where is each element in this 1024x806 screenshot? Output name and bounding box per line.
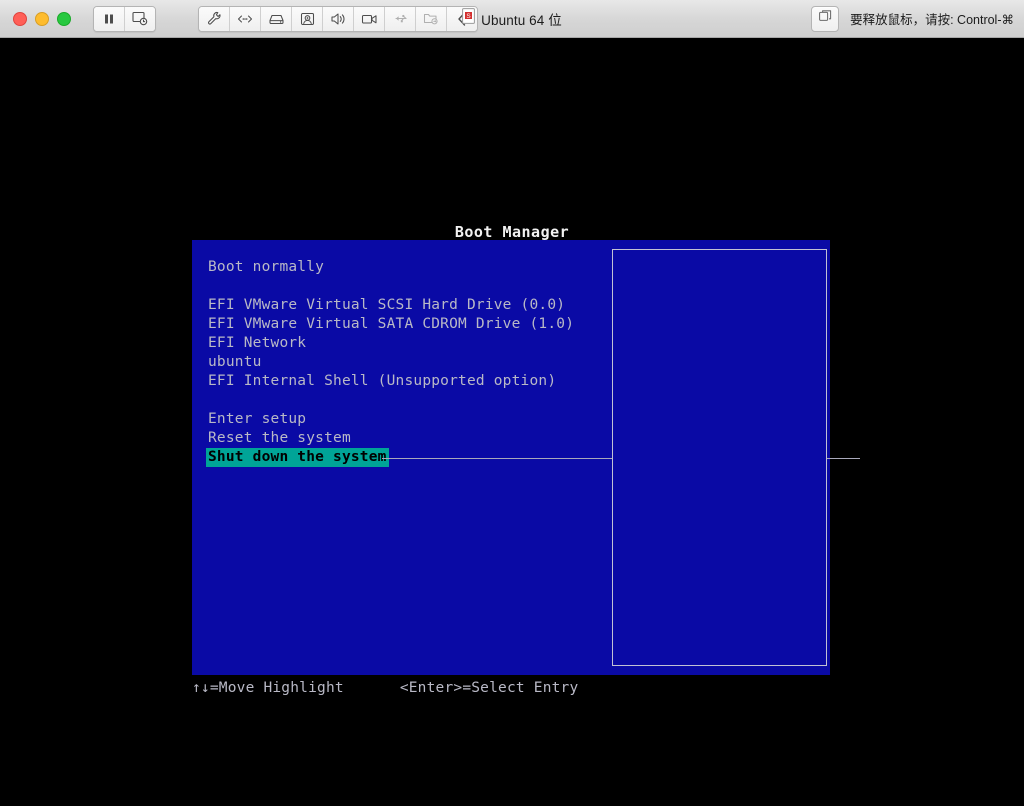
settings-button[interactable]: [199, 6, 230, 31]
usb-icon: [392, 12, 408, 25]
boot-manager-panel: Boot normally EFI VMware Virtual SCSI Har…: [192, 240, 860, 675]
collapse-button[interactable]: [447, 6, 477, 31]
chevron-left-icon: [456, 11, 468, 27]
boot-menu-item[interactable]: ubuntu: [206, 353, 626, 372]
boot-menu-item[interactable]: EFI Internal Shell (Unsupported option): [206, 372, 626, 391]
boot-menu-item-label: Shut down the system: [206, 448, 389, 467]
toolbar-device-group: [198, 5, 478, 32]
uefi-boot-manager: Boot Manager Boot normally EFI VMware Vir…: [0, 38, 1024, 806]
boot-menu-item[interactable]: Enter setup: [206, 410, 626, 429]
network-icon: [237, 13, 253, 25]
shared-folder-icon: [423, 12, 439, 25]
boot-menu-item[interactable]: EFI VMware Virtual SCSI Hard Drive (0.0): [206, 296, 626, 315]
video-camera-icon: [361, 13, 378, 25]
boot-menu-item-label: EFI Internal Shell (Unsupported option): [208, 373, 557, 389]
move-highlight-hint: ↑↓=Move Highlight: [192, 680, 344, 696]
boot-menu-item-label: Boot normally: [208, 259, 325, 275]
toolbar-playback-group: [93, 5, 156, 32]
boot-menu-item-label: EFI VMware Virtual SCSI Hard Drive (0.0): [208, 297, 566, 313]
boot-menu-info-panel: [612, 249, 827, 666]
pause-button[interactable]: [94, 6, 125, 31]
boot-menu-spacer: [206, 277, 626, 296]
vm-guest-screen[interactable]: Boot Manager Boot normally EFI VMware Vir…: [0, 38, 1024, 806]
minimize-window-button[interactable]: [35, 11, 49, 26]
boot-menu-item-label: ubuntu: [208, 354, 262, 370]
release-mouse-hint-text: 要释放鼠标，请按: Control-⌘: [850, 13, 1014, 27]
unity-window-icon: [818, 9, 833, 29]
boot-menu-item[interactable]: Reset the system: [206, 429, 626, 448]
pause-icon: [102, 12, 116, 26]
usb-button[interactable]: [385, 6, 416, 31]
boot-menu-item-label: Enter setup: [208, 411, 307, 427]
sharedfolder-button[interactable]: [416, 6, 447, 31]
boot-menu: Boot normally EFI VMware Virtual SCSI Har…: [206, 258, 860, 467]
boot-menu-item[interactable]: EFI VMware Virtual SATA CDROM Drive (1.0…: [206, 315, 626, 334]
boot-menu-item-label: EFI Network: [208, 335, 307, 351]
boot-menu-item[interactable]: EFI Network: [206, 334, 626, 353]
network-button[interactable]: [230, 6, 261, 31]
vm-title-text: Ubuntu 64 位: [481, 12, 562, 28]
boot-menu-item[interactable]: Shut down the system: [206, 448, 860, 467]
snapshot-icon: [132, 11, 148, 26]
harddisk-button[interactable]: [261, 6, 292, 31]
hard-disk-icon: [268, 13, 285, 25]
vmware-window: S Ubuntu 64 位 要释放鼠标，请按: Control-⌘ Boot M…: [0, 0, 1024, 806]
unity-view-button[interactable]: [811, 5, 840, 32]
window-controls: [13, 11, 71, 26]
webcam-icon: [300, 12, 315, 26]
boot-menu-item-label: EFI VMware Virtual SATA CDROM Drive (1.0…: [208, 316, 575, 332]
sound-button[interactable]: [323, 6, 354, 31]
boot-menu-item[interactable]: Boot normally: [206, 258, 626, 277]
wrench-icon: [207, 11, 222, 26]
maximize-window-button[interactable]: [57, 11, 71, 26]
boot-manager-title: Boot Manager: [454, 223, 570, 241]
speaker-icon: [330, 12, 346, 26]
select-entry-hint: <Enter>=Select Entry: [399, 680, 579, 696]
boot-menu-item-label: Reset the system: [208, 430, 351, 446]
close-window-button[interactable]: [13, 11, 27, 26]
release-mouse-hint-container: 要释放鼠标，请按: Control-⌘: [811, 0, 1014, 37]
snapshot-button[interactable]: [125, 6, 155, 31]
boot-manager-footer: ↑↓=Move Highlight <Enter>=Select Entry: [192, 679, 832, 697]
display-button[interactable]: [354, 6, 385, 31]
window-titlebar: S Ubuntu 64 位 要释放鼠标，请按: Control-⌘: [0, 0, 1024, 38]
camera-button[interactable]: [292, 6, 323, 31]
boot-menu-spacer: [206, 391, 626, 410]
